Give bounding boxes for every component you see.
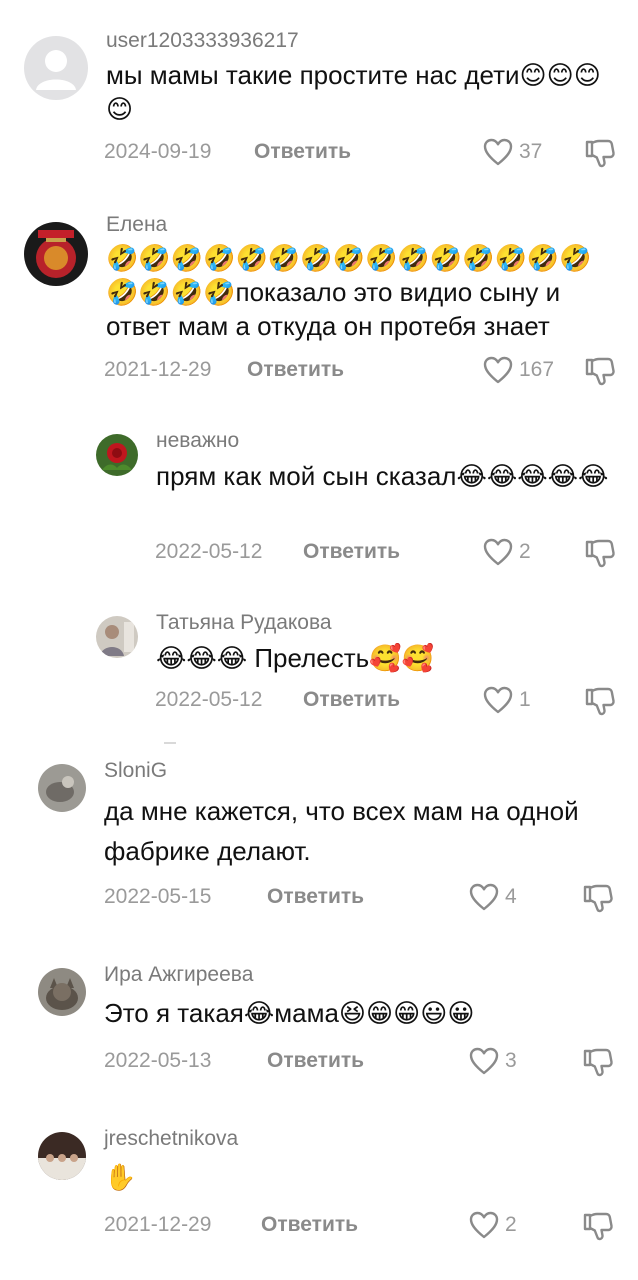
reply-button[interactable]: Ответить: [254, 140, 351, 164]
avatar[interactable]: [38, 764, 86, 812]
avatar[interactable]: [38, 1132, 86, 1180]
dislike-button[interactable]: [584, 138, 616, 168]
thread-divider: [164, 742, 176, 744]
comment-date: 2024-09-19: [104, 140, 212, 163]
comment-username[interactable]: Елена: [106, 213, 167, 237]
reply-button[interactable]: Ответить: [247, 358, 344, 382]
comment-date: 2022-05-15: [104, 885, 212, 908]
like-count: 4: [505, 885, 517, 908]
dislike-button[interactable]: [584, 538, 616, 568]
reply-button[interactable]: Ответить: [303, 540, 400, 564]
thumbs-down-outline-icon: [583, 884, 613, 913]
thumbs-down-outline-icon: [583, 1048, 613, 1077]
heart-outline-icon: [469, 883, 499, 911]
comment-username[interactable]: user1203333936217: [106, 29, 299, 53]
comment-text: 😂😂😂 Прелесть🥰🥰: [156, 643, 434, 673]
like-button[interactable]: 2: [482, 537, 531, 567]
photo-avatar: [100, 622, 134, 656]
comment-date: 2021-12-29: [104, 358, 212, 381]
like-count: 1: [519, 688, 531, 711]
like-count: 2: [519, 540, 531, 563]
like-button[interactable]: 1: [482, 685, 531, 715]
like-count: 167: [519, 358, 555, 381]
dislike-button[interactable]: [582, 883, 614, 913]
like-button[interactable]: 3: [468, 1046, 517, 1076]
comment-text: прям как мой сын сказал😂😂😂😂😂: [156, 461, 609, 491]
like-count: 2: [505, 1213, 517, 1236]
heart-outline-icon: [469, 1211, 499, 1239]
dislike-button[interactable]: [582, 1047, 614, 1077]
reply-button[interactable]: Ответить: [267, 1049, 364, 1073]
photo-avatar: [46, 776, 74, 802]
person-placeholder-icon: [36, 50, 76, 90]
comment-date: 2022-05-12: [155, 540, 263, 563]
comment-text: ✋: [104, 1162, 137, 1192]
heart-outline-icon: [469, 1047, 499, 1075]
comment-date: 2022-05-13: [104, 1049, 212, 1072]
heart-outline-icon: [483, 138, 513, 166]
comment-date: 2021-12-29: [104, 1213, 212, 1236]
dislike-button[interactable]: [584, 356, 616, 386]
comment-text: 🤣🤣🤣🤣🤣🤣🤣🤣🤣🤣🤣🤣🤣🤣🤣🤣🤣🤣🤣показало это видио сы…: [106, 243, 592, 341]
reply-button[interactable]: Ответить: [267, 885, 364, 909]
like-button[interactable]: 4: [468, 882, 517, 912]
like-count: 37: [519, 140, 543, 163]
avatar[interactable]: [24, 222, 88, 286]
thumbs-down-outline-icon: [583, 1212, 613, 1241]
like-button[interactable]: 37: [482, 137, 542, 167]
group-photo-avatar: [38, 1154, 86, 1180]
comment-username[interactable]: SloniG: [104, 759, 167, 783]
heart-outline-icon: [483, 356, 513, 384]
avatar[interactable]: [24, 36, 88, 100]
rose-avatar: [102, 443, 132, 470]
cat-photo-avatar: [46, 978, 78, 1010]
reply-button[interactable]: Ответить: [261, 1213, 358, 1237]
thumbs-down-outline-icon: [585, 539, 615, 568]
like-count: 3: [505, 1049, 517, 1072]
comment-date: 2022-05-12: [155, 688, 263, 711]
avatar[interactable]: [38, 968, 86, 1016]
thumbs-down-outline-icon: [585, 357, 615, 386]
like-button[interactable]: 167: [482, 355, 554, 385]
comment-username[interactable]: Татьяна Рудакова: [156, 611, 332, 635]
comment-text: мы мамы такие простите нас дети😊😊😊😊: [106, 60, 601, 124]
thumbs-down-outline-icon: [585, 687, 615, 716]
like-button[interactable]: 2: [468, 1210, 517, 1240]
comment-text: да мне кажется, что всех мам на одной фа…: [104, 796, 579, 866]
comment-username[interactable]: Ира Ажгиреева: [104, 963, 253, 987]
thumbs-down-outline-icon: [585, 139, 615, 168]
dislike-button[interactable]: [582, 1211, 614, 1241]
comment-username[interactable]: неважно: [156, 429, 239, 453]
heart-outline-icon: [483, 686, 513, 714]
comment-username[interactable]: jreschetnikova: [104, 1127, 238, 1151]
avatar[interactable]: [96, 434, 138, 476]
comment-text: Это я такая😂мама😆😁😁😃😀: [104, 998, 475, 1028]
heart-outline-icon: [483, 538, 513, 566]
reply-button[interactable]: Ответить: [303, 688, 400, 712]
dislike-button[interactable]: [584, 686, 616, 716]
cccp-emblem-avatar: [36, 230, 76, 278]
avatar[interactable]: [96, 616, 138, 658]
